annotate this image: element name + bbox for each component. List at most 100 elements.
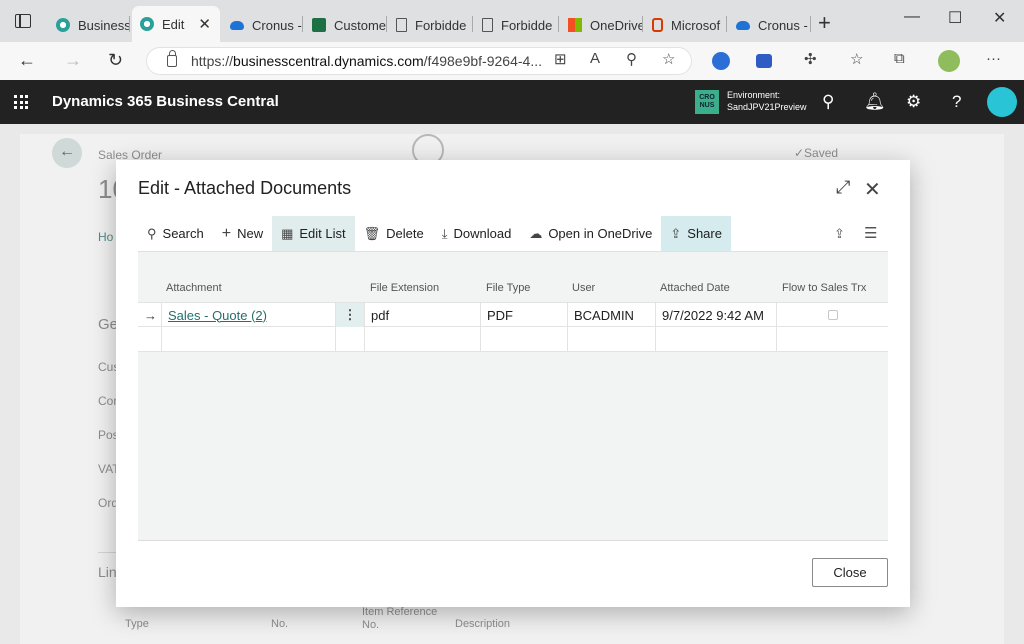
tab-home[interactable]: Ho bbox=[98, 230, 113, 244]
close-dialog-icon[interactable]: ✕ bbox=[864, 177, 881, 202]
help-icon[interactable]: ? bbox=[952, 92, 961, 112]
file-extension-cell[interactable]: pdf bbox=[365, 303, 481, 327]
open-in-onedrive-action[interactable]: ☁ Open in OneDrive bbox=[520, 216, 661, 251]
close-tab-icon[interactable]: ✕ bbox=[198, 15, 211, 33]
lines-col-no: No. bbox=[271, 618, 289, 630]
read-aloud-icon[interactable]: A bbox=[590, 50, 600, 67]
user-avatar[interactable] bbox=[987, 87, 1017, 117]
back-arrow-icon[interactable]: ← bbox=[52, 138, 82, 168]
file-extension-cell[interactable] bbox=[365, 327, 481, 351]
user-cell[interactable]: BCADMIN bbox=[568, 303, 656, 327]
settings-gear-icon[interactable]: ⚙ bbox=[906, 92, 921, 112]
page-icon bbox=[396, 18, 407, 32]
file-type-cell[interactable] bbox=[481, 327, 568, 351]
row-indicator-cell bbox=[138, 327, 162, 351]
close-button[interactable]: Close bbox=[812, 558, 888, 587]
tab-separator bbox=[642, 16, 643, 32]
column-header-attached-date[interactable]: Attached Date bbox=[660, 282, 730, 294]
browser-tab-business[interactable]: Business bbox=[48, 10, 130, 40]
download-action[interactable]: ⤓ Download bbox=[433, 216, 521, 251]
tab-actions-icon[interactable] bbox=[15, 14, 31, 28]
profile-avatar-icon[interactable] bbox=[938, 50, 960, 72]
column-header-file-extension[interactable]: File Extension bbox=[370, 282, 439, 294]
tab-separator bbox=[302, 16, 303, 32]
attached-documents-dialog: Edit - Attached Documents ⤢ ✕ ⚲ Search +… bbox=[116, 160, 910, 607]
table-row[interactable]: → Sales - Quote (2) ⋮ pdf PDF BCADMIN 9/… bbox=[138, 302, 888, 327]
zoom-icon[interactable]: ⚲ bbox=[626, 50, 637, 68]
browser-tab-cronus-2[interactable]: Cronus - bbox=[728, 10, 810, 40]
file-type-cell[interactable]: PDF bbox=[481, 303, 568, 327]
forward-arrow-icon[interactable]: → bbox=[64, 50, 82, 71]
column-header-file-type[interactable]: File Type bbox=[486, 282, 530, 294]
browser-address-bar: ← → ↻ https://businesscentral.dynamics.c… bbox=[0, 42, 1024, 80]
collections-icon[interactable]: ⧉ bbox=[894, 50, 905, 67]
flow-to-sales-trx-checkbox[interactable] bbox=[827, 310, 838, 320]
office-icon bbox=[652, 18, 663, 32]
environment-info[interactable]: Environment: SandJPV21Preview bbox=[727, 89, 807, 113]
tab-separator bbox=[726, 16, 727, 32]
minimize-window-icon[interactable]: — bbox=[904, 8, 920, 26]
new-action[interactable]: + New bbox=[213, 216, 272, 251]
section-general[interactable]: Ge bbox=[98, 316, 118, 333]
lines-col-type: Type bbox=[125, 618, 149, 630]
table-row-empty[interactable] bbox=[138, 327, 888, 352]
row-actions-kebab-icon[interactable]: ⋮ bbox=[336, 303, 365, 327]
extensions-puzzle-icon[interactable]: ✣ bbox=[804, 50, 817, 68]
lock-icon bbox=[167, 50, 177, 67]
browser-tab-edit[interactable]: Edit ✕ bbox=[132, 6, 220, 42]
attached-date-cell[interactable] bbox=[656, 327, 777, 351]
browser-tab-forbidden-2[interactable]: Forbidde bbox=[474, 10, 558, 40]
app-launcher-icon[interactable] bbox=[14, 95, 28, 109]
attachment-cell[interactable]: Sales - Quote (2) bbox=[162, 303, 336, 327]
tab-separator bbox=[558, 16, 559, 32]
delete-action[interactable]: 🗑 Delete bbox=[355, 216, 433, 251]
expand-icon[interactable]: ⤢ bbox=[836, 177, 850, 198]
new-tab-icon[interactable]: + bbox=[818, 10, 831, 36]
user-cell[interactable] bbox=[568, 327, 656, 351]
browser-tab-bar: Business Edit ✕ Cronus - Custome Forbidd… bbox=[0, 0, 1024, 42]
edit-list-action[interactable]: ▦ Edit List bbox=[272, 216, 355, 251]
search-action[interactable]: ⚲ Search bbox=[138, 216, 213, 251]
browser-tab-microsoft[interactable]: Microsof bbox=[644, 10, 726, 40]
excel-icon bbox=[312, 18, 326, 32]
edit-list-icon: ▦ bbox=[281, 225, 294, 241]
row-actions-cell[interactable] bbox=[336, 327, 365, 351]
tab-separator bbox=[386, 16, 387, 32]
share-page-icon[interactable]: ⇪ bbox=[834, 226, 845, 242]
refresh-icon[interactable]: ↻ bbox=[108, 50, 123, 71]
extension-globe-icon[interactable] bbox=[712, 52, 730, 70]
microsoft-logo-icon bbox=[568, 18, 582, 32]
flow-to-sales-trx-cell[interactable] bbox=[777, 327, 888, 351]
notifications-bell-icon[interactable]: 🔔︎ bbox=[864, 92, 886, 112]
company-badge[interactable]: CRO NUS bbox=[695, 90, 719, 114]
browser-tab-cronus[interactable]: Cronus - bbox=[222, 10, 302, 40]
app-title[interactable]: Dynamics 365 Business Central bbox=[52, 93, 279, 110]
attachment-cell[interactable] bbox=[162, 327, 336, 351]
section-lines[interactable]: Lin bbox=[98, 564, 117, 580]
lines-col-description: Description bbox=[455, 618, 511, 630]
add-favorite-icon[interactable]: ☆ bbox=[662, 50, 675, 68]
app-available-icon[interactable]: ⊞ bbox=[554, 50, 567, 68]
extension-arrow-icon[interactable] bbox=[756, 54, 772, 68]
more-options-icon[interactable]: ··· bbox=[986, 50, 1001, 67]
flow-to-sales-trx-cell[interactable] bbox=[777, 303, 888, 327]
tab-separator bbox=[129, 16, 130, 32]
attachment-link[interactable]: Sales - Quote (2) bbox=[168, 308, 267, 323]
column-header-attachment[interactable]: Attachment bbox=[166, 282, 222, 294]
search-icon[interactable]: ⚲ bbox=[822, 92, 834, 112]
column-header-user[interactable]: User bbox=[572, 282, 595, 294]
bc-gear-icon bbox=[140, 17, 154, 31]
list-view-icon[interactable]: ☰ bbox=[864, 224, 877, 242]
browser-tab-customers[interactable]: Custome bbox=[304, 10, 386, 40]
browser-tab-onedrive[interactable]: OneDrive bbox=[560, 10, 642, 40]
back-arrow-icon[interactable]: ← bbox=[18, 50, 36, 71]
browser-tab-forbidden-1[interactable]: Forbidde bbox=[388, 10, 472, 40]
share-action[interactable]: ⇪ Share bbox=[661, 216, 731, 251]
share-icon: ⇪ bbox=[670, 225, 682, 241]
url-field[interactable]: https://businesscentral.dynamics.com/f49… bbox=[146, 47, 692, 75]
maximize-window-icon[interactable]: ☐ bbox=[948, 8, 962, 28]
close-window-icon[interactable]: ✕ bbox=[993, 8, 1006, 28]
attached-date-cell[interactable]: 9/7/2022 9:42 AM bbox=[656, 303, 777, 327]
column-header-flow-to-sales-trx[interactable]: Flow to Sales Trx bbox=[782, 282, 866, 294]
favorites-icon[interactable]: ☆ bbox=[850, 50, 863, 68]
